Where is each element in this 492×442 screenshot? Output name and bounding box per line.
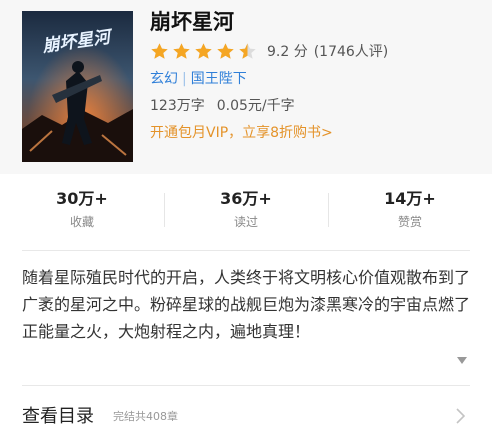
book-cover[interactable]: 崩坏星河 (22, 11, 133, 162)
vip-promo-link[interactable]: 开通包月VIP，立享8折购书> (150, 124, 480, 142)
star-icon (195, 42, 212, 59)
table-of-contents-row[interactable]: 查看目录 完结共408章 (0, 395, 492, 441)
toc-chapter-count: 完结共408章 (113, 410, 178, 423)
price-per-thousand: 0.05元/千字 (216, 98, 295, 114)
stat-label: 收藏 (69, 215, 94, 229)
genre-link[interactable]: 玄幻 (150, 71, 178, 87)
stat-label: 赞赏 (397, 215, 422, 229)
divider (22, 250, 470, 251)
book-description[interactable]: 随着星际殖民时代的开启，人类终于将文明核心价值观散布到了广袤的星河之中。粉碎星球… (22, 264, 478, 372)
star-icon (217, 42, 234, 59)
cover-art: 崩坏星河 (22, 11, 133, 162)
tag-separator: | (182, 71, 187, 87)
stat-favorites: 30万+ 收藏 (0, 188, 164, 230)
chevron-down-icon[interactable] (457, 357, 467, 364)
rating-row: 9.2 分 (1746人评) (150, 41, 480, 61)
stat-tips[interactable]: 14万+ 赞赏 (328, 188, 492, 230)
stat-value: 14万+ (384, 189, 436, 208)
divider (22, 385, 470, 386)
chevron-right-icon (456, 408, 465, 424)
book-info: 崩坏星河 9.2 分 (1746人评) 玄幻 | 国王陛下 123万字 0.05元/千… (150, 10, 480, 142)
star-icon (239, 42, 256, 59)
book-meta: 123万字 0.05元/千字 (150, 97, 480, 115)
star-icon (173, 42, 190, 59)
stat-read: 36万+ 读过 (164, 188, 328, 230)
stat-label: 读过 (233, 215, 258, 229)
stats-bar: 30万+ 收藏 36万+ 读过 14万+ 赞赏 (0, 174, 492, 250)
book-title: 崩坏星河 (150, 10, 234, 34)
star-icon (151, 42, 168, 59)
rating-count: (1746人评) (313, 44, 389, 60)
word-count: 123万字 (150, 98, 205, 114)
rating-stars (150, 42, 257, 61)
author-link[interactable]: 国王陛下 (191, 71, 247, 87)
book-tags: 玄幻 | 国王陛下 (150, 70, 480, 88)
book-header: 崩坏星河 崩坏星河 9.2 分 (1746人评) 玄幻 | 国王陛下 123万字 0.… (0, 0, 492, 174)
rating-score: 9.2 分 (267, 44, 308, 60)
stat-value: 30万+ (56, 189, 108, 208)
stat-value: 36万+ (220, 189, 272, 208)
toc-title: 查看目录 (22, 406, 94, 427)
